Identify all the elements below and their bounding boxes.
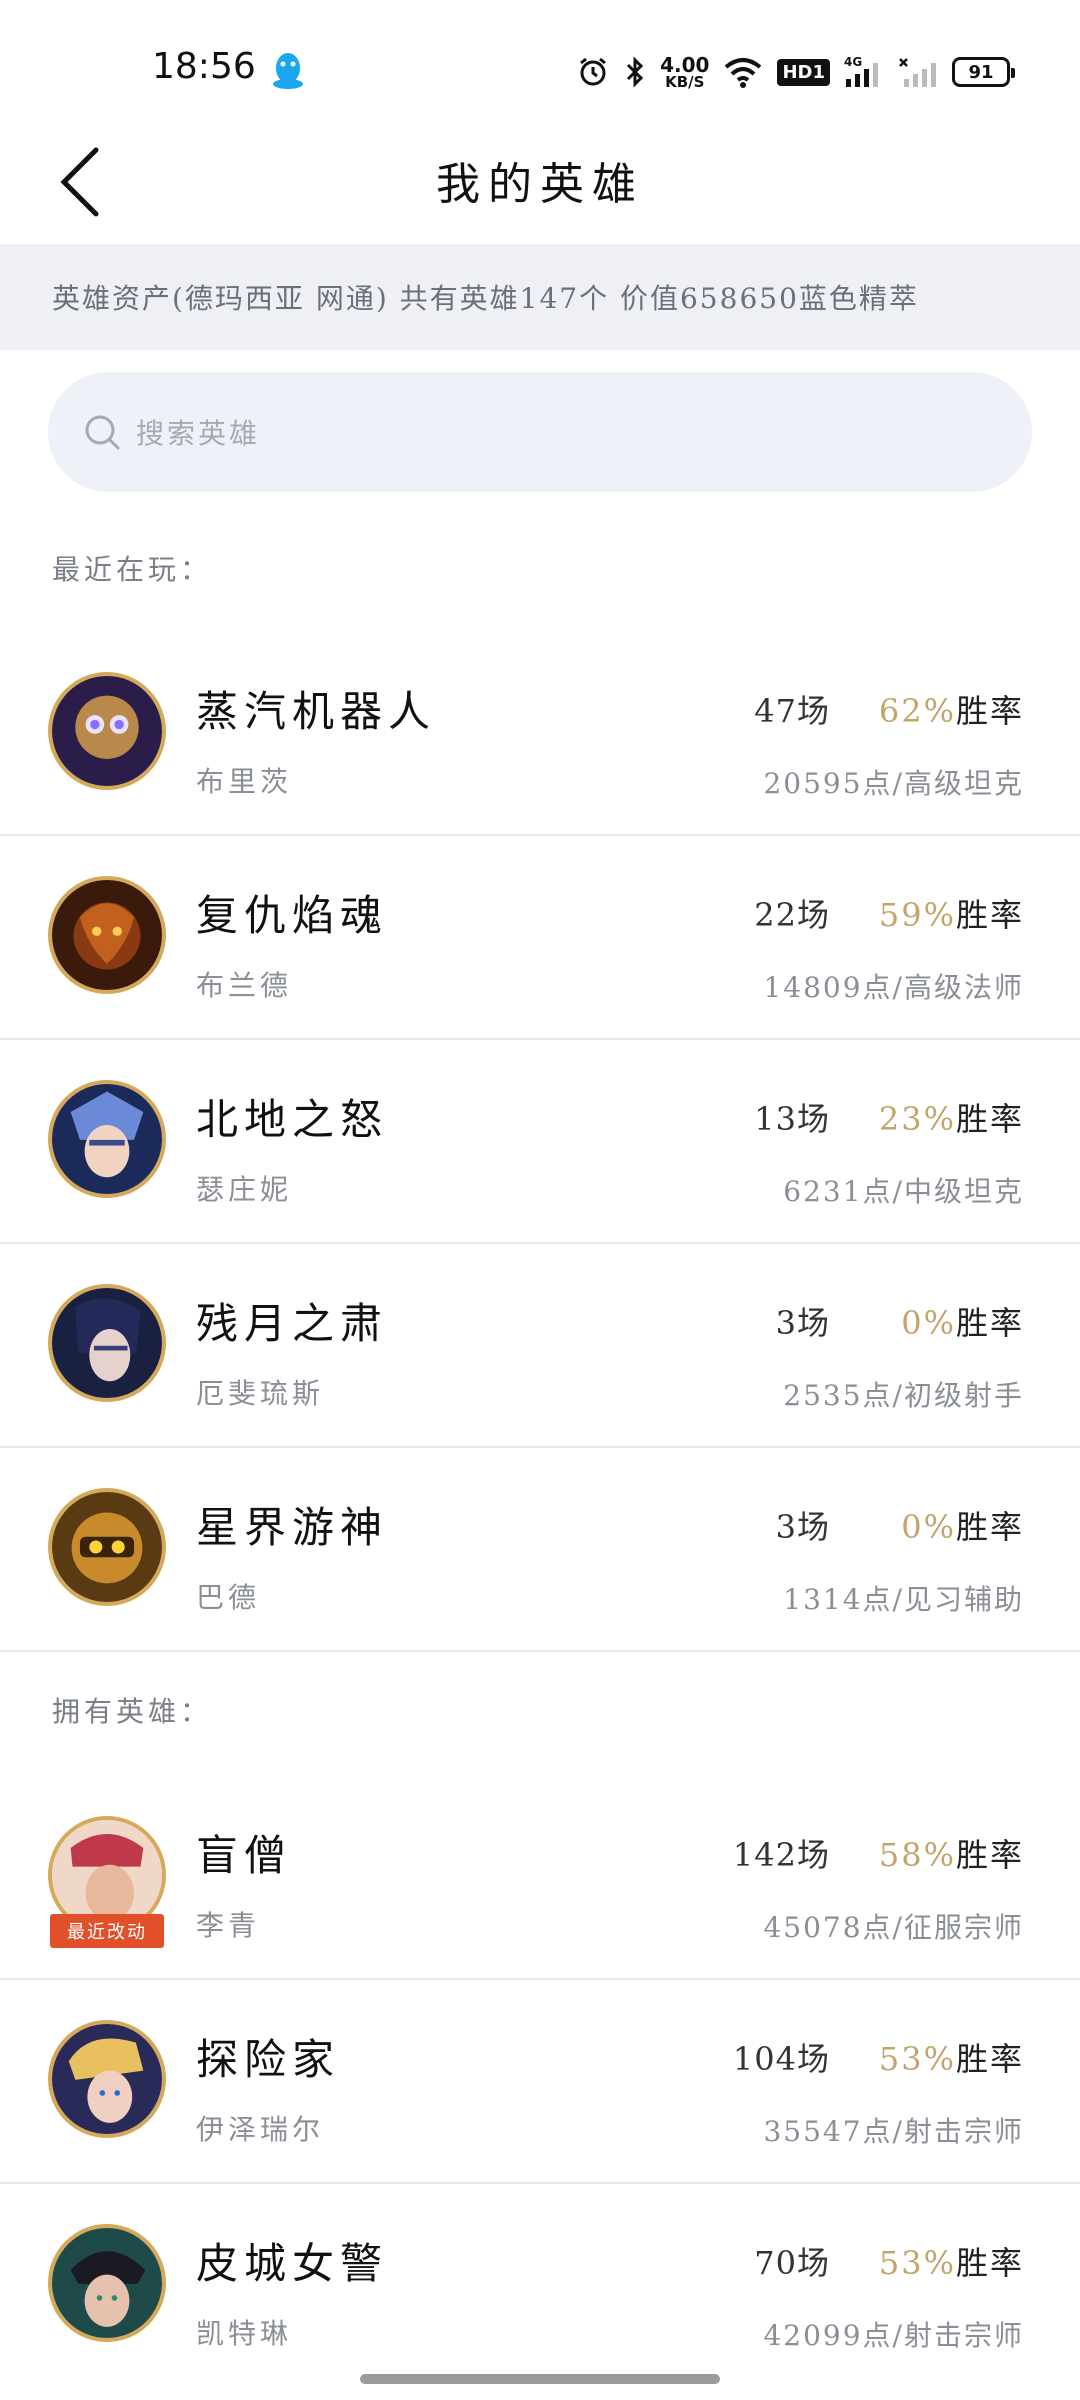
hero-row[interactable]: 探险家 伊泽瑞尔 104场 53%胜率 35547点/射击宗师 <box>0 1980 1080 2184</box>
aphelios-avatar <box>48 1284 166 1402</box>
win-rate-value: 58% <box>878 1836 956 1874</box>
net-speed-value: 4.00 <box>660 52 710 77</box>
recent-change-tag: 最近改动 <box>50 1914 164 1948</box>
hero-assets-banner: 英雄资产(德玛西亚 网通) 共有英雄147个 价值658650蓝色精萃 <box>0 244 1080 350</box>
bluetooth-icon <box>627 56 644 88</box>
hero-row[interactable]: 残月之肃 厄斐琉斯 3场 0%胜率 2535点/初级射手 <box>0 1244 1080 1448</box>
win-rate-value: 59% <box>878 896 956 934</box>
bard-avatar <box>48 1488 166 1606</box>
win-rate: 0%胜率 <box>901 1298 1024 1344</box>
games-count: 104场 <box>732 2040 830 2078</box>
hd-voice-badge: HD1 <box>777 58 830 86</box>
mastery-points: 6231点/中级坦克 <box>783 1175 1024 1208</box>
status-bar: 18:56 4.00 KB/S HD1 4G 91 <box>0 0 1080 120</box>
alarm-icon <box>580 57 607 86</box>
win-rate-label: 胜率 <box>955 1100 1024 1138</box>
games-count: 3场 <box>775 1508 830 1546</box>
win-rate-value: 0% <box>901 1508 956 1546</box>
mastery-points: 20595点/高级坦克 <box>763 767 1024 800</box>
home-indicator[interactable] <box>360 2374 720 2384</box>
games-count: 142场 <box>732 1836 830 1874</box>
games-count: 13场 <box>754 1100 830 1138</box>
hero-title: 盲僧 <box>196 1831 293 1880</box>
search-placeholder: 搜索英雄 <box>136 417 261 450</box>
hero-name: 布里茨 <box>196 765 293 798</box>
games-count: 47场 <box>754 692 830 730</box>
win-rate-label: 胜率 <box>955 896 1024 934</box>
section-divider <box>0 1650 1080 1652</box>
win-rate: 53%胜率 <box>879 2034 1024 2080</box>
hero-title: 星界游神 <box>196 1503 389 1552</box>
hero-title: 蒸汽机器人 <box>196 687 437 736</box>
hero-name: 布兰德 <box>196 969 293 1002</box>
win-rate: 23%胜率 <box>879 1094 1024 1140</box>
win-rate-label: 胜率 <box>955 2040 1024 2078</box>
owned-section-label: 拥有英雄： <box>52 1695 213 1728</box>
qq-penguin-icon <box>270 50 306 90</box>
win-rate-value: 23% <box>878 1100 956 1138</box>
sejuani-avatar <box>48 1080 166 1198</box>
win-rate: 59%胜率 <box>879 890 1024 936</box>
app-header: 我的英雄 <box>0 120 1080 244</box>
win-rate: 58%胜率 <box>879 1830 1024 1876</box>
owned-hero-list: 最近改动 盲僧 李青 142场 58%胜率 45078点/征服宗师 探险家 伊泽… <box>0 1776 1080 2388</box>
mastery-points: 35547点/射击宗师 <box>763 2115 1024 2148</box>
search-input[interactable]: 搜索英雄 <box>48 372 1032 492</box>
hero-row[interactable]: 最近改动 盲僧 李青 142场 58%胜率 45078点/征服宗师 <box>0 1776 1080 1980</box>
page-title: 我的英雄 <box>436 159 644 210</box>
win-rate-label: 胜率 <box>955 1304 1024 1342</box>
hero-name: 瑟庄妮 <box>196 1173 293 1206</box>
mastery-points: 14809点/高级法师 <box>763 971 1024 1004</box>
win-rate-label: 胜率 <box>955 692 1024 730</box>
win-rate-value: 53% <box>878 2244 956 2282</box>
hero-title: 探险家 <box>196 2035 341 2084</box>
network-type-label: 4G <box>844 55 862 69</box>
mastery-points: 45078点/征服宗师 <box>763 1911 1024 1944</box>
games-count: 70场 <box>754 2244 830 2282</box>
mastery-points: 2535点/初级射手 <box>783 1379 1024 1412</box>
win-rate-value: 62% <box>878 692 956 730</box>
win-rate: 53%胜率 <box>879 2238 1024 2284</box>
win-rate-value: 0% <box>901 1304 956 1342</box>
games-count: 3场 <box>775 1304 830 1342</box>
brand-avatar <box>48 876 166 994</box>
wifi-icon <box>725 58 762 88</box>
win-rate: 62%胜率 <box>879 686 1024 732</box>
win-rate-value: 53% <box>878 2040 956 2078</box>
win-rate-label: 胜率 <box>955 2244 1024 2282</box>
hero-name: 李青 <box>196 1909 261 1942</box>
recent-hero-list: 蒸汽机器人 布里茨 47场 62%胜率 20595点/高级坦克 复仇焰魂 布兰德… <box>0 632 1080 1652</box>
mastery-points: 42099点/射击宗师 <box>763 2319 1024 2352</box>
hero-title: 皮城女警 <box>196 2239 389 2288</box>
win-rate: 0%胜率 <box>901 1502 1024 1548</box>
hero-row[interactable]: 北地之怒 瑟庄妮 13场 23%胜率 6231点/中级坦克 <box>0 1040 1080 1244</box>
recent-section-label: 最近在玩： <box>52 553 213 586</box>
hero-row[interactable]: 星界游神 巴德 3场 0%胜率 1314点/见习辅助 <box>0 1448 1080 1652</box>
signal-empty-icon <box>899 58 936 87</box>
search-icon <box>85 415 120 450</box>
ezreal-avatar <box>48 2020 166 2138</box>
battery-indicator: 91 <box>952 57 1015 87</box>
net-speed-unit: KB/S <box>665 72 705 91</box>
caitlyn-avatar <box>48 2224 166 2342</box>
hero-title: 残月之肃 <box>196 1299 389 1348</box>
status-time: 18:56 <box>152 46 256 87</box>
hero-name: 巴德 <box>196 1581 261 1614</box>
hero-title: 复仇焰魂 <box>196 891 389 940</box>
win-rate-label: 胜率 <box>955 1508 1024 1546</box>
hero-title: 北地之怒 <box>196 1095 389 1144</box>
win-rate-label: 胜率 <box>955 1836 1024 1874</box>
status-icons: 4.00 KB/S HD1 4G 91 <box>576 50 1015 94</box>
hero-name: 厄斐琉斯 <box>196 1377 325 1410</box>
hero-row[interactable]: 蒸汽机器人 布里茨 47场 62%胜率 20595点/高级坦克 <box>0 632 1080 836</box>
mastery-points: 1314点/见习辅助 <box>783 1583 1024 1616</box>
hero-name: 凯特琳 <box>196 2317 293 2350</box>
blitzcrank-avatar <box>48 672 166 790</box>
network-speed: 4.00 KB/S <box>660 55 709 90</box>
signal-4g-icon: 4G <box>844 55 878 87</box>
hero-row[interactable]: 复仇焰魂 布兰德 22场 59%胜率 14809点/高级法师 <box>0 836 1080 1040</box>
games-count: 22场 <box>754 896 830 934</box>
hero-row[interactable]: 皮城女警 凯特琳 70场 53%胜率 42099点/射击宗师 <box>0 2184 1080 2388</box>
hero-name: 伊泽瑞尔 <box>196 2113 325 2146</box>
